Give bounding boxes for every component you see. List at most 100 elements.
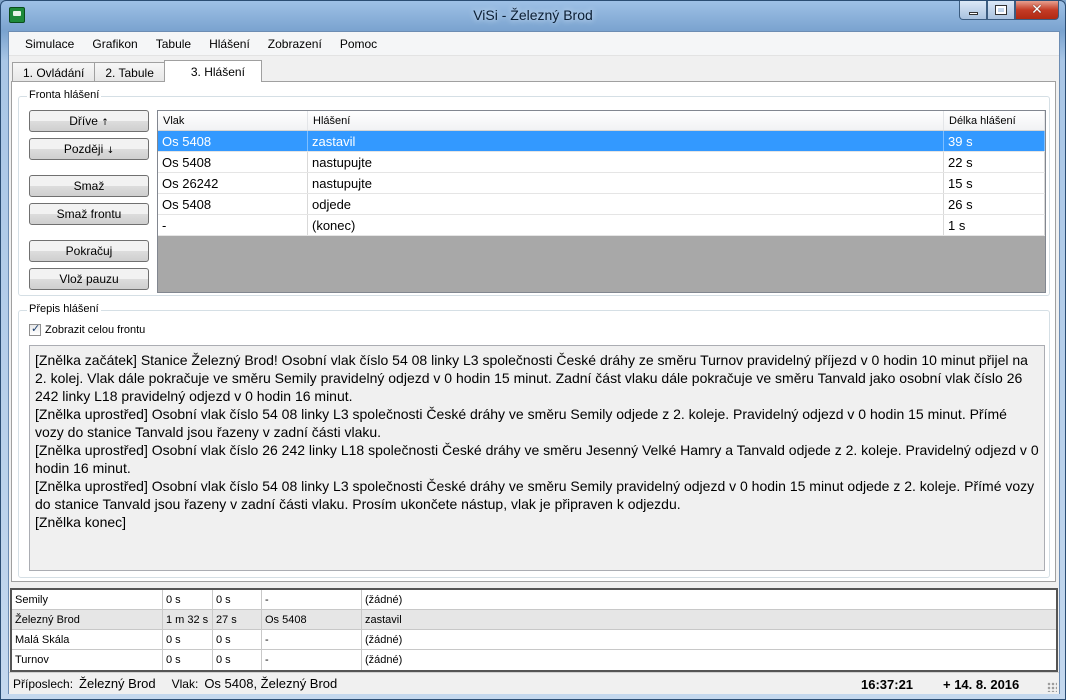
minimize-button[interactable] [959,1,987,20]
station-time-1: 1 m 32 s [163,610,213,629]
clock-date: + 14. 8. 2016 [943,677,1020,692]
close-icon: ✕ [1031,2,1043,18]
station-status: zastavil [365,614,402,626]
maximize-icon [995,5,1007,15]
transcript-line: [Znělka začátek] Stanice Železný Brod! O… [35,352,1028,404]
station-name: Semily [12,590,163,609]
station-name: Turnov [12,650,163,670]
continue-button[interactable]: Pokračuj [29,240,149,262]
cell-announcement: (konec) [308,215,944,235]
station-status: (žádné) [365,654,403,666]
cell-train: Os 5408 [158,152,308,172]
station-time-2: 27 s [213,610,262,629]
station-time-2: 0 s [213,630,262,649]
cell-train: - [158,215,308,235]
announcement-queue-table[interactable]: Vlak Hlášení Délka hlášení Os 5408 zasta… [157,110,1046,293]
tab-hlaseni[interactable]: 3. Hlášení [163,60,262,82]
station-time-2: 0 s [213,590,262,609]
maximize-button[interactable] [987,1,1015,20]
title-bar[interactable]: ViSi - Železný Brod ✕ [1,1,1065,31]
queue-group: Fronta hlášení Dříve ↑ Později ↓ Smaž Sm… [18,89,1050,296]
station-time-1: 0 s [163,590,213,609]
station-train: - [262,630,362,649]
later-button[interactable]: Později ↓ [29,138,149,160]
cell-train: Os 5408 [158,131,308,151]
resize-grip-icon[interactable] [1047,682,1057,692]
station-train: - [262,590,362,609]
tab-ovladani[interactable]: 1. Ovládání [12,62,96,82]
menu-tabule[interactable]: Tabule [147,32,200,55]
clock-time: 16:37:21 [861,677,914,692]
train-value: Os 5408, Železný Brod [204,676,338,691]
arrow-up-icon: ↑ [101,118,109,128]
window-controls: ✕ [959,1,1059,20]
menu-simulace[interactable]: Simulace [16,32,83,55]
menu-hlaseni[interactable]: Hlášení [200,32,259,55]
queue-header: Vlak Hlášení Délka hlášení [158,111,1045,131]
station-status: (žádné) [365,634,403,646]
station-train: Os 5408 [262,610,362,629]
earlier-button-label: Dříve [69,114,98,128]
arrow-down-icon: ↓ [106,146,115,156]
cell-length: 1 s [944,215,1045,235]
app-window: ViSi - Železný Brod ✕ Simulace Grafikon … [0,0,1066,700]
table-row[interactable]: Os 26242 nastupujte 15 s [158,173,1045,194]
table-row[interactable]: Os 5408 nastupujte 22 s [158,152,1045,173]
station-name: Železný Brod [12,610,163,629]
station-time-2: 0 s [213,650,262,670]
column-header-train[interactable]: Vlak [158,111,308,130]
table-row[interactable]: Semily 0 s 0 s - (žádné) [12,590,1056,610]
cell-announcement: nastupujte [308,173,944,193]
tab-tabule[interactable]: 2. Tabule [94,62,165,82]
station-train: - [262,650,362,670]
column-header-announcement[interactable]: Hlášení [308,111,944,130]
transcript-line: [Znělka uprostřed] Osobní vlak číslo 54 … [35,478,1035,512]
cell-length: 26 s [944,194,1045,214]
transcript-line: [Znělka konec] [35,514,127,530]
cell-length: 15 s [944,173,1045,193]
cell-train: Os 26242 [158,173,308,193]
listen-label: Příposlech: [13,676,74,691]
table-row[interactable]: Turnov 0 s 0 s - (žádné) [12,650,1056,670]
station-time-1: 0 s [163,630,213,649]
tab-strip: 1. Ovládání 2. Tabule 3. Hlášení [12,60,262,82]
clear-queue-button[interactable]: Smaž frontu [29,203,149,225]
close-button[interactable]: ✕ [1015,1,1059,20]
menu-bar: Simulace Grafikon Tabule Hlášení Zobraze… [9,32,1059,56]
menu-pomoc[interactable]: Pomoc [331,32,386,55]
earlier-button[interactable]: Dříve ↑ [29,110,149,132]
checkbox-checked-icon[interactable] [29,322,41,336]
cell-announcement: odjede [308,194,944,214]
station-status-table[interactable]: Semily 0 s 0 s - (žádné) Železný Brod 1 … [10,588,1058,672]
later-button-label: Později [63,142,104,156]
transcript-group: Přepis hlášení Zobrazit celou frontu [Zn… [18,303,1050,578]
cell-announcement: nastupujte [308,152,944,172]
train-label: Vlak: [171,676,199,691]
table-row[interactable]: Železný Brod 1 m 32 s 27 s Os 5408 zasta… [12,610,1056,630]
insert-pause-button[interactable]: Vlož pauzu [29,268,149,290]
column-header-length[interactable]: Délka hlášení [944,111,1045,130]
client-area: Simulace Grafikon Tabule Hlášení Zobraze… [8,31,1060,694]
delete-button[interactable]: Smaž [29,175,149,197]
station-name: Malá Skála [12,630,163,649]
transcript-line: [Znělka uprostřed] Osobní vlak číslo 54 … [35,406,1007,440]
transcript-line: [Znělka uprostřed] Osobní vlak číslo 26 … [35,442,1039,476]
window-title: ViSi - Železný Brod [473,7,593,23]
table-row[interactable]: Os 5408 odjede 26 s [158,194,1045,215]
menu-zobrazeni[interactable]: Zobrazení [259,32,331,55]
menu-grafikon[interactable]: Grafikon [83,32,146,55]
cell-length: 39 s [944,131,1045,151]
show-full-queue-label: Zobrazit celou frontu [45,324,146,336]
cell-announcement: zastavil [308,131,944,151]
table-row[interactable]: Malá Skála 0 s 0 s - (žádné) [12,630,1056,650]
table-row[interactable]: - (konec) 1 s [158,215,1045,236]
transcript-group-label: Přepis hlášení [27,303,101,315]
queue-group-label: Fronta hlášení [27,89,102,101]
transcript-textbox[interactable]: [Znělka začátek] Stanice Železný Brod! O… [29,345,1045,571]
minimize-icon [968,11,978,15]
show-full-queue-checkbox[interactable]: Zobrazit celou frontu [29,322,146,336]
listen-value: Železný Brod [79,676,156,691]
station-time-1: 0 s [163,650,213,670]
cell-train: Os 5408 [158,194,308,214]
table-row[interactable]: Os 5408 zastavil 39 s [158,131,1045,152]
